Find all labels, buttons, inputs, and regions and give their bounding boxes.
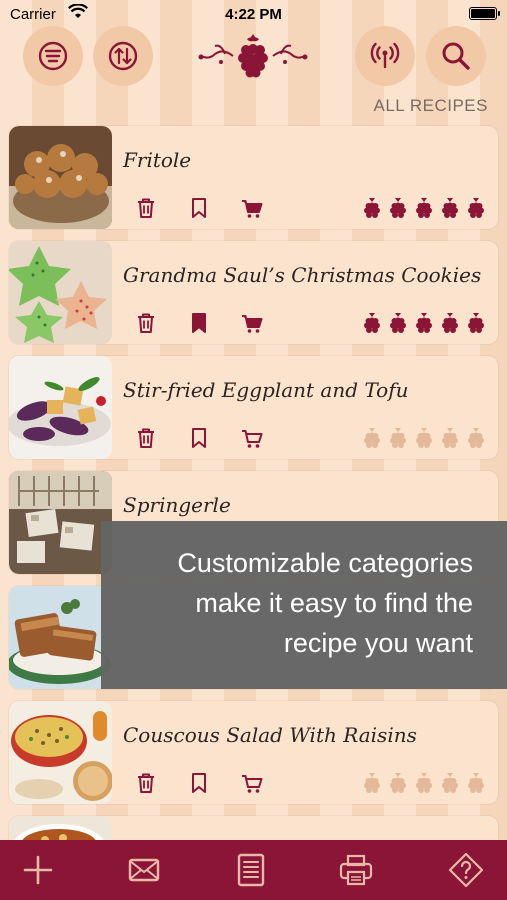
search-icon <box>442 42 470 70</box>
recipe-title[interactable]: Fritole <box>123 148 191 172</box>
mail-button[interactable] <box>126 852 162 888</box>
search-button[interactable] <box>426 26 486 86</box>
raspberry-rating-icon <box>440 196 460 220</box>
rating[interactable] <box>362 311 488 335</box>
tooltip-line: recipe you want <box>283 628 473 658</box>
raspberry-rating-icon <box>466 196 486 220</box>
recipe-card[interactable]: Couscous Salad With Raisins <box>9 701 498 804</box>
bookmark-icon <box>192 198 206 218</box>
tooltip-line: make it easy to find the <box>195 588 473 618</box>
cart-icon <box>242 200 263 218</box>
sort-icon <box>108 41 138 71</box>
mail-icon <box>128 858 160 882</box>
bookmark-icon <box>192 773 206 793</box>
trash-icon <box>138 773 154 793</box>
bookmark-filled-icon <box>192 313 206 333</box>
delete-button[interactable] <box>135 426 157 450</box>
recipe-title[interactable]: Couscous Salad With Raisins <box>123 723 417 747</box>
battery-icon <box>469 7 500 20</box>
rating[interactable] <box>362 426 488 450</box>
trash-icon <box>138 428 154 448</box>
add-icon <box>23 855 53 885</box>
raspberry-rating-empty-icon <box>414 426 434 450</box>
help-button[interactable] <box>448 852 484 888</box>
raspberry-rating-icon <box>388 196 408 220</box>
recipe-card[interactable]: Stir-fried Eggplant and Tofu <box>9 356 498 459</box>
bottom-toolbar <box>0 840 507 900</box>
clock: 4:22 PM <box>225 6 282 23</box>
raspberry-rating-icon <box>414 311 434 335</box>
print-icon <box>339 854 373 886</box>
raspberry-rating-icon <box>362 311 382 335</box>
delete-button[interactable] <box>135 196 157 220</box>
tooltip-line: Customizable categories <box>177 548 473 578</box>
bookmark-icon <box>192 428 206 448</box>
print-button[interactable] <box>338 852 374 888</box>
raspberry-rating-icon <box>440 311 460 335</box>
raspberry-rating-empty-icon <box>362 426 382 450</box>
status-bar: Carrier 4:22 PM <box>0 0 507 30</box>
sort-button[interactable] <box>93 26 153 86</box>
bookmark-button[interactable] <box>188 426 210 450</box>
raspberry-rating-empty-icon <box>440 771 460 795</box>
filter-list-icon <box>38 41 68 71</box>
raspberry-rating-empty-icon <box>466 426 486 450</box>
bookmark-button[interactable] <box>188 311 210 335</box>
raspberry-rating-icon <box>362 196 382 220</box>
raspberry-rating-icon <box>466 311 486 335</box>
recipe-card[interactable]: Grandma Saul’s Christmas Cookies <box>9 241 498 344</box>
cart-button[interactable] <box>241 771 263 795</box>
rating[interactable] <box>362 196 488 220</box>
raspberry-rating-empty-icon <box>414 771 434 795</box>
raspberry-rating-empty-icon <box>388 771 408 795</box>
broadcast-button[interactable] <box>355 26 415 86</box>
cart-button[interactable] <box>241 311 263 335</box>
cart-outline-icon <box>242 775 263 793</box>
add-recipe-button[interactable] <box>20 852 56 888</box>
raspberry-rating-empty-icon <box>440 426 460 450</box>
notebook-button[interactable] <box>233 852 269 888</box>
recipe-photo <box>9 241 112 344</box>
category-label[interactable]: ALL RECIPES <box>374 96 488 116</box>
broadcast-icon <box>370 42 400 69</box>
help-icon <box>448 852 484 888</box>
raspberry-rating-empty-icon <box>466 771 486 795</box>
raspberry-flourish-logo <box>198 34 308 78</box>
cart-button[interactable] <box>241 426 263 450</box>
recipe-title[interactable]: Stir-fried Eggplant and Tofu <box>123 378 409 402</box>
recipe-photo <box>9 471 112 574</box>
delete-button[interactable] <box>135 771 157 795</box>
delete-button[interactable] <box>135 311 157 335</box>
bookmark-button[interactable] <box>188 196 210 220</box>
filter-button[interactable] <box>23 26 83 86</box>
trash-icon <box>138 198 154 218</box>
cart-outline-icon <box>242 430 263 448</box>
recipe-photo <box>9 356 112 459</box>
trash-icon <box>138 313 154 333</box>
raspberry-rating-empty-icon <box>388 426 408 450</box>
recipe-title[interactable]: Grandma Saul’s Christmas Cookies <box>123 263 481 287</box>
recipe-photo <box>9 701 112 804</box>
raspberry-rating-icon <box>388 311 408 335</box>
bookmark-button[interactable] <box>188 771 210 795</box>
recipe-card[interactable]: Fritole <box>9 126 498 229</box>
raspberry-rating-empty-icon <box>362 771 382 795</box>
notebook-icon <box>237 853 265 887</box>
cart-button[interactable] <box>241 196 263 220</box>
feature-tooltip-overlay[interactable]: Customizable categories make it easy to … <box>101 521 507 689</box>
recipe-photo <box>9 586 112 689</box>
raspberry-rating-icon <box>414 196 434 220</box>
rating[interactable] <box>362 771 488 795</box>
cart-icon <box>242 315 263 333</box>
recipe-title[interactable]: Springerle <box>123 493 231 517</box>
recipe-photo <box>9 126 112 229</box>
